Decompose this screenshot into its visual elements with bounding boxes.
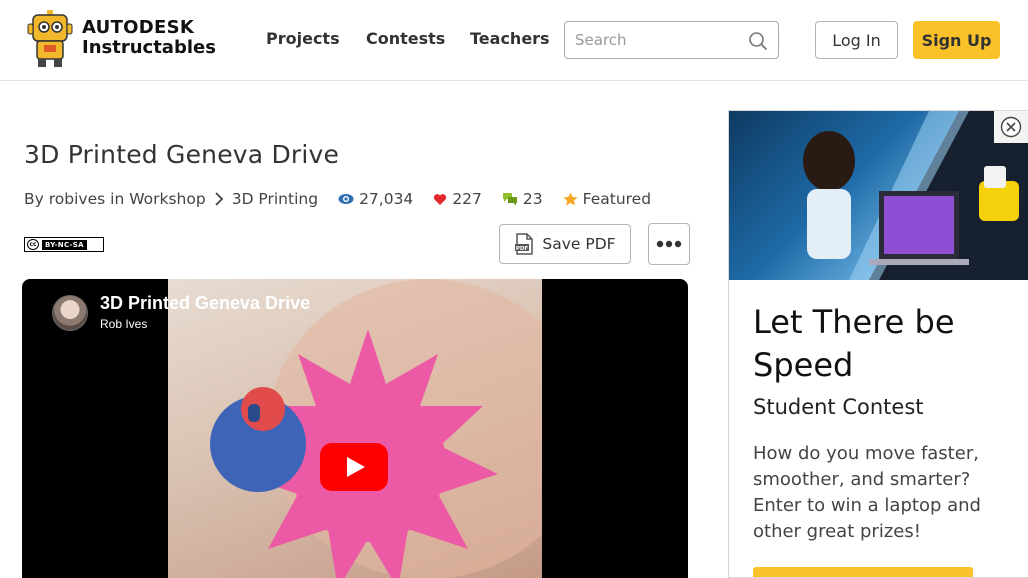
geneva-gear-illustration — [210, 279, 542, 578]
ad-body: How do you move faster, smoother, and sm… — [753, 443, 981, 542]
page-title: 3D Printed Geneva Drive — [24, 140, 340, 169]
chevron-right-icon — [215, 192, 223, 206]
ad-banner[interactable]: Let There be Speed Student Contest How d… — [728, 110, 1028, 578]
heart-icon[interactable] — [433, 193, 447, 206]
featured-label: Featured — [582, 190, 652, 208]
site-header: AUTODESK Instructables Projects Contests… — [0, 0, 1028, 81]
svg-text:PDF: PDF — [516, 246, 529, 252]
nav-projects[interactable]: Projects — [266, 29, 340, 48]
ad-subheadline: Student Contest — [753, 395, 924, 419]
ad-illustration — [803, 111, 1028, 280]
comments-stat: 23 — [502, 190, 543, 208]
by-prefix: By — [24, 190, 44, 208]
close-icon — [1000, 116, 1022, 138]
more-options-button[interactable] — [648, 223, 690, 265]
search-box — [564, 21, 779, 59]
site-logo[interactable]: AUTODESK Instructables — [82, 18, 216, 58]
video-channel[interactable]: Rob Ives — [100, 317, 147, 331]
search-input[interactable] — [575, 29, 745, 51]
ad-cta-button[interactable] — [753, 567, 973, 577]
featured-badge: Featured — [563, 190, 651, 208]
ad-close-button[interactable] — [994, 111, 1028, 143]
logo-brand-text: AUTODESK — [82, 17, 195, 38]
logo-product-text: Instructables — [82, 37, 216, 58]
ad-image — [729, 111, 1028, 280]
favorites-count: 227 — [452, 190, 482, 208]
more-icon — [656, 240, 682, 248]
article-meta: By robives in Workshop 3D Printing 27,03… — [24, 189, 651, 209]
ad-headline: Let There be Speed — [753, 303, 955, 384]
login-button[interactable]: Log In — [815, 21, 898, 59]
subcategory-link[interactable]: 3D Printing — [232, 190, 318, 208]
play-icon[interactable] — [320, 443, 388, 491]
robot-logo-icon[interactable] — [27, 10, 73, 68]
in-word: in — [110, 190, 125, 208]
pdf-icon: PDF — [515, 233, 534, 255]
category-link[interactable]: Workshop — [129, 190, 205, 208]
nav-contests[interactable]: Contests — [366, 29, 445, 48]
eye-icon — [338, 194, 354, 204]
comment-icon[interactable] — [502, 192, 518, 206]
save-pdf-button[interactable]: PDF Save PDF — [499, 224, 631, 264]
favorites-stat: 227 — [433, 190, 482, 208]
author-link[interactable]: robives — [49, 190, 105, 208]
creative-commons-icon: cc — [27, 239, 39, 250]
video-player[interactable]: 3D Printed Geneva Drive Rob Ives — [22, 279, 688, 578]
video-thumbnail — [168, 279, 542, 578]
views-stat: 27,034 — [338, 190, 413, 208]
license-text: BY-NC-SA — [42, 239, 87, 250]
views-count: 27,034 — [359, 190, 414, 208]
license-badge[interactable]: cc BY-NC-SA — [24, 237, 104, 252]
comments-count: 23 — [522, 190, 543, 208]
signup-button[interactable]: Sign Up — [913, 21, 1000, 59]
nav-teachers[interactable]: Teachers — [470, 29, 550, 48]
star-icon — [563, 192, 578, 206]
channel-avatar[interactable] — [52, 295, 88, 331]
save-pdf-label: Save PDF — [542, 235, 616, 253]
search-icon[interactable] — [748, 31, 768, 51]
video-title[interactable]: 3D Printed Geneva Drive — [100, 293, 310, 314]
